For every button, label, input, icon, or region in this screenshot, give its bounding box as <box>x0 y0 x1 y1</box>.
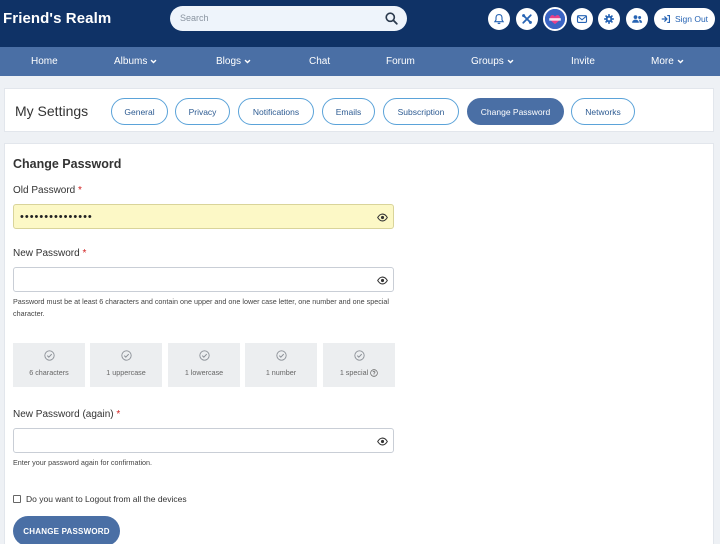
tab-subscription[interactable]: Subscription <box>383 98 459 125</box>
requirement-length: 6 characters <box>13 343 85 387</box>
old-password-label-text: Old Password <box>13 185 76 196</box>
tab-general[interactable]: General <box>111 98 168 125</box>
sign-out-label: Sign Out <box>674 14 709 24</box>
avatar-image <box>545 9 565 29</box>
top-bar: Friend's Realm Search Sign Out <box>0 0 720 47</box>
search-input[interactable]: Search <box>170 6 407 31</box>
chevron-down-icon <box>244 59 251 64</box>
logout-all-devices[interactable]: Do you want to Logout from all the devic… <box>13 494 187 504</box>
search-placeholder: Search <box>180 13 209 23</box>
avatar[interactable] <box>543 7 567 31</box>
requirement-number: 1 number <box>245 343 317 387</box>
requirement-label: 1 lowercase <box>184 368 224 377</box>
nav-item-label: Groups <box>471 56 504 67</box>
required-mark: * <box>82 248 87 259</box>
main-nav: Home Albums Blogs Chat Forum Groups Invi… <box>0 47 720 76</box>
site-title[interactable]: Friend's Realm <box>3 10 111 27</box>
friends-button[interactable] <box>626 8 648 30</box>
nav-item-label: Invite <box>571 56 595 67</box>
new-password-field[interactable] <box>13 267 394 292</box>
requirement-lowercase: 1 lowercase <box>168 343 240 387</box>
confirm-password-field[interactable] <box>13 428 394 453</box>
eye-icon[interactable] <box>377 213 388 222</box>
tab-change-password[interactable]: Change Password <box>467 98 564 125</box>
tab-networks[interactable]: Networks <box>571 98 635 125</box>
settings-header: My Settings General Privacy Notification… <box>4 88 714 132</box>
nav-item-home[interactable]: Home <box>31 56 58 67</box>
tab-privacy[interactable]: Privacy <box>175 98 230 125</box>
logout-all-label: Do you want to Logout from all the devic… <box>26 494 187 504</box>
old-password-field[interactable]: ••••••••••••••• <box>13 204 394 229</box>
confirm-password-label: New Password (again) * <box>13 409 120 420</box>
form-title: Change Password <box>13 157 122 171</box>
nav-item-blogs[interactable]: Blogs <box>216 56 251 67</box>
page-title: My Settings <box>15 103 89 119</box>
requirement-label: 1 special <box>340 368 378 377</box>
logout-all-checkbox[interactable] <box>13 495 21 503</box>
change-password-button[interactable]: CHANGE PASSWORD <box>13 516 120 544</box>
new-password-label-text: New Password <box>13 248 80 259</box>
nav-item-label: Blogs <box>216 56 242 67</box>
tools-icon <box>522 14 532 24</box>
eye-icon[interactable] <box>377 276 388 285</box>
required-mark: * <box>78 185 82 196</box>
nav-item-label: Chat <box>309 56 331 67</box>
nav-item-groups[interactable]: Groups <box>471 56 514 67</box>
requirement-label: 6 characters <box>29 368 69 377</box>
messages-button[interactable] <box>571 8 593 30</box>
search-icon[interactable] <box>385 12 398 25</box>
bell-icon <box>493 13 505 25</box>
nav-item-chat[interactable]: Chat <box>309 56 330 67</box>
requirement-label: 1 uppercase <box>106 368 146 377</box>
requirement-label-text: 1 special <box>339 368 369 377</box>
chevron-down-icon <box>677 59 684 64</box>
chevron-down-icon <box>150 59 157 64</box>
check-circle-icon <box>120 350 132 361</box>
nav-item-label: Home <box>31 56 58 67</box>
check-circle-icon <box>275 350 287 361</box>
chevron-down-icon <box>507 59 514 64</box>
password-rules-help: Password must be at least 6 characters a… <box>13 297 389 318</box>
requirement-special: 1 special <box>323 343 395 387</box>
nav-item-more[interactable]: More <box>651 56 684 67</box>
nav-item-label: Albums <box>114 56 148 67</box>
tab-notifications[interactable]: Notifications <box>238 98 314 125</box>
check-circle-icon <box>43 350 55 361</box>
requirement-label: 1 number <box>265 368 297 377</box>
nav-item-label: More <box>651 56 674 67</box>
sign-out-icon <box>661 15 670 23</box>
requirement-uppercase: 1 uppercase <box>90 343 162 387</box>
users-icon <box>632 15 643 23</box>
envelope-icon <box>576 15 588 23</box>
check-circle-icon <box>353 350 365 361</box>
change-password-form: Change Password Old Password * •••••••••… <box>4 143 714 544</box>
notifications-button[interactable] <box>488 8 510 30</box>
nav-item-invite[interactable]: Invite <box>571 56 595 67</box>
required-mark: * <box>116 409 121 420</box>
sign-out-button[interactable]: Sign Out <box>654 8 715 30</box>
new-password-label: New Password * <box>13 248 86 259</box>
nav-item-forum[interactable]: Forum <box>386 56 415 67</box>
gear-icon <box>604 14 614 24</box>
tab-emails[interactable]: Emails <box>322 98 375 125</box>
tools-button[interactable] <box>516 8 538 30</box>
nav-item-albums[interactable]: Albums <box>114 56 157 67</box>
help-circle-icon[interactable] <box>370 368 378 377</box>
confirm-password-help: Enter your password again for confirmati… <box>13 458 153 467</box>
confirm-password-label-text: New Password (again) <box>13 409 114 420</box>
check-circle-icon <box>198 350 210 361</box>
old-password-label: Old Password * <box>13 185 82 196</box>
eye-icon[interactable] <box>377 437 388 446</box>
nav-item-label: Forum <box>386 56 415 67</box>
settings-button[interactable] <box>598 8 620 30</box>
old-password-value: ••••••••••••••• <box>20 211 93 223</box>
